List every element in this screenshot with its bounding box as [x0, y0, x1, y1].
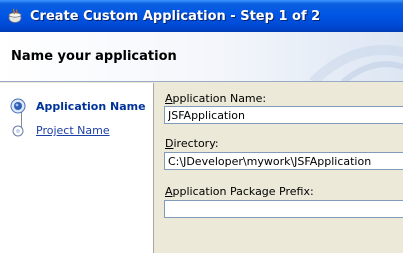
page-header: Name your application — [0, 32, 403, 82]
step-project-name[interactable]: Project Name — [12, 124, 110, 137]
window-title: Create Custom Application - Step 1 of 2 — [30, 8, 321, 24]
step-application-name[interactable]: Application Name — [10, 98, 146, 114]
jdeveloper-cup-icon — [8, 8, 22, 23]
application-form: Application Name: Directory: Application… — [154, 83, 403, 253]
current-step-icon — [10, 98, 26, 114]
app-name-input[interactable] — [164, 106, 403, 124]
directory-label: Directory: — [165, 137, 219, 150]
title-bar[interactable]: Create Custom Application - Step 1 of 2 — [0, 0, 403, 32]
header-decoration — [309, 45, 403, 81]
page-title: Name your application — [11, 49, 177, 64]
directory-input[interactable] — [164, 152, 403, 170]
app-name-label: Application Name: — [165, 92, 267, 105]
package-prefix-input[interactable] — [164, 200, 403, 218]
step-label: Application Name — [36, 99, 146, 113]
package-prefix-label: Application Package Prefix: — [165, 185, 314, 198]
step-label: Project Name — [36, 124, 110, 137]
pending-step-icon — [12, 125, 24, 136]
step-navigation: Application Name Project Name — [0, 83, 154, 253]
